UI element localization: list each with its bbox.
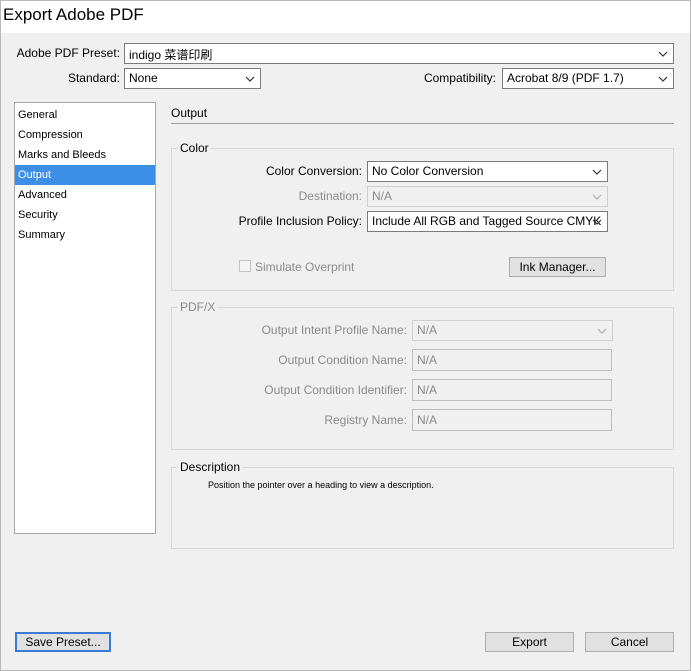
color-group-title: Color [178,141,211,155]
sidebar-item-advanced[interactable]: Advanced [15,185,155,205]
output-condition-identifier-field: N/A [412,379,612,401]
preset-value: indigo 菜谱印刷 [129,48,213,62]
color-conversion-label: Color Conversion: [265,164,362,178]
ink-manager-button[interactable]: Ink Manager... [509,257,606,277]
profile-inclusion-label: Profile Inclusion Policy: [238,214,362,228]
sidebar-nav: General Compression Marks and Bleeds Out… [14,102,156,534]
chevron-down-icon [591,191,603,203]
cancel-button[interactable]: Cancel [585,632,674,652]
color-conversion-select[interactable]: No Color Conversion [367,161,608,182]
section-divider [171,123,674,124]
destination-label: Destination: [298,189,362,203]
chevron-down-icon [657,48,669,60]
compat-label: Compatibility: [423,71,496,85]
standard-select[interactable]: None [124,68,261,89]
sidebar-item-compression[interactable]: Compression [15,125,155,145]
save-preset-button[interactable]: Save Preset... [15,632,111,652]
chevron-down-icon [657,73,669,85]
pdfx-group-title: PDF/X [178,300,218,314]
profile-inclusion-select[interactable]: Include All RGB and Tagged Source CMYK [367,211,608,232]
chevron-down-icon [591,216,603,228]
simulate-overprint-label: Simulate Overprint [255,260,355,274]
compatibility-select[interactable]: Acrobat 8/9 (PDF 1.7) [502,68,674,89]
chevron-down-icon [596,325,608,337]
sidebar-item-marks-and-bleeds[interactable]: Marks and Bleeds [15,145,155,165]
window-title: Export Adobe PDF [3,5,144,24]
preset-label: Adobe PDF Preset: [16,46,120,60]
export-button[interactable]: Export [485,632,574,652]
output-intent-label: Output Intent Profile Name: [261,323,407,337]
output-intent-select: N/A [412,320,613,341]
chevron-down-icon [244,73,256,85]
registry-name-field: N/A [412,409,612,431]
destination-value: N/A [372,189,393,203]
destination-select: N/A [367,186,608,207]
profile-inclusion-value: Include All RGB and Tagged Source CMYK [372,214,602,228]
simulate-overprint-checkbox [239,260,251,272]
sidebar-item-security[interactable]: Security [15,205,155,225]
compat-value: Acrobat 8/9 (PDF 1.7) [507,71,624,85]
section-title: Output [171,106,208,120]
preset-select[interactable]: indigo 菜谱印刷 [124,43,674,64]
description-text: Position the pointer over a heading to v… [208,480,434,490]
sidebar-item-general[interactable]: General [15,105,155,125]
output-intent-value: N/A [417,323,438,337]
output-condition-name-label: Output Condition Name: [278,353,407,367]
standard-label: Standard: [67,71,120,85]
chevron-down-icon [591,166,603,178]
registry-name-label: Registry Name: [324,413,407,427]
description-group-title: Description [178,460,243,474]
sidebar-item-output[interactable]: Output [15,165,155,185]
output-condition-name-field: N/A [412,349,612,371]
standard-value: None [129,71,158,85]
sidebar-item-summary[interactable]: Summary [15,225,155,245]
color-conversion-value: No Color Conversion [372,164,484,178]
output-condition-identifier-label: Output Condition Identifier: [264,383,407,397]
